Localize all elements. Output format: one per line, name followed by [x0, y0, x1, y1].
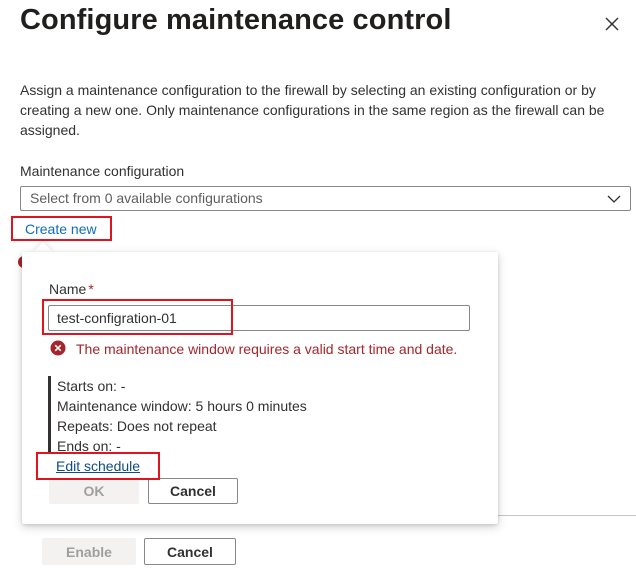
maintenance-configuration-dropdown[interactable]: Select from 0 available configurations: [20, 186, 631, 211]
name-input[interactable]: [48, 305, 470, 331]
close-icon: [605, 17, 619, 31]
maintenance-configuration-label: Maintenance configuration: [20, 163, 185, 179]
required-marker: *: [88, 281, 94, 297]
name-label-text: Name: [49, 281, 87, 297]
close-button[interactable]: [598, 10, 626, 38]
create-new-highlight: Create new: [11, 216, 112, 241]
cancel-button[interactable]: Cancel: [144, 538, 236, 565]
chevron-down-icon: [607, 195, 621, 203]
panel-title: Configure maintenance control: [20, 4, 452, 36]
callout-cancel-button[interactable]: Cancel: [148, 478, 238, 504]
footer-divider: [498, 515, 636, 516]
enable-button[interactable]: Enable: [42, 538, 136, 565]
ok-button[interactable]: OK: [49, 478, 139, 504]
configure-maintenance-panel: Configure maintenance control Assign a m…: [0, 0, 636, 583]
maintenance-window-text: Maintenance window: 5 hours 0 minutes: [57, 398, 307, 414]
starts-on-text: Starts on: -: [57, 378, 126, 394]
panel-description: Assign a maintenance configuration to th…: [20, 82, 605, 138]
create-new-link[interactable]: Create new: [25, 221, 97, 237]
error-circle-icon: [50, 340, 66, 356]
edit-schedule-link[interactable]: Edit schedule: [56, 458, 140, 474]
repeats-text: Repeats: Does not repeat: [57, 418, 217, 434]
name-field-label: Name *: [49, 281, 94, 297]
error-message: The maintenance window requires a valid …: [76, 341, 458, 357]
dropdown-placeholder: Select from 0 available configurations: [30, 190, 263, 206]
